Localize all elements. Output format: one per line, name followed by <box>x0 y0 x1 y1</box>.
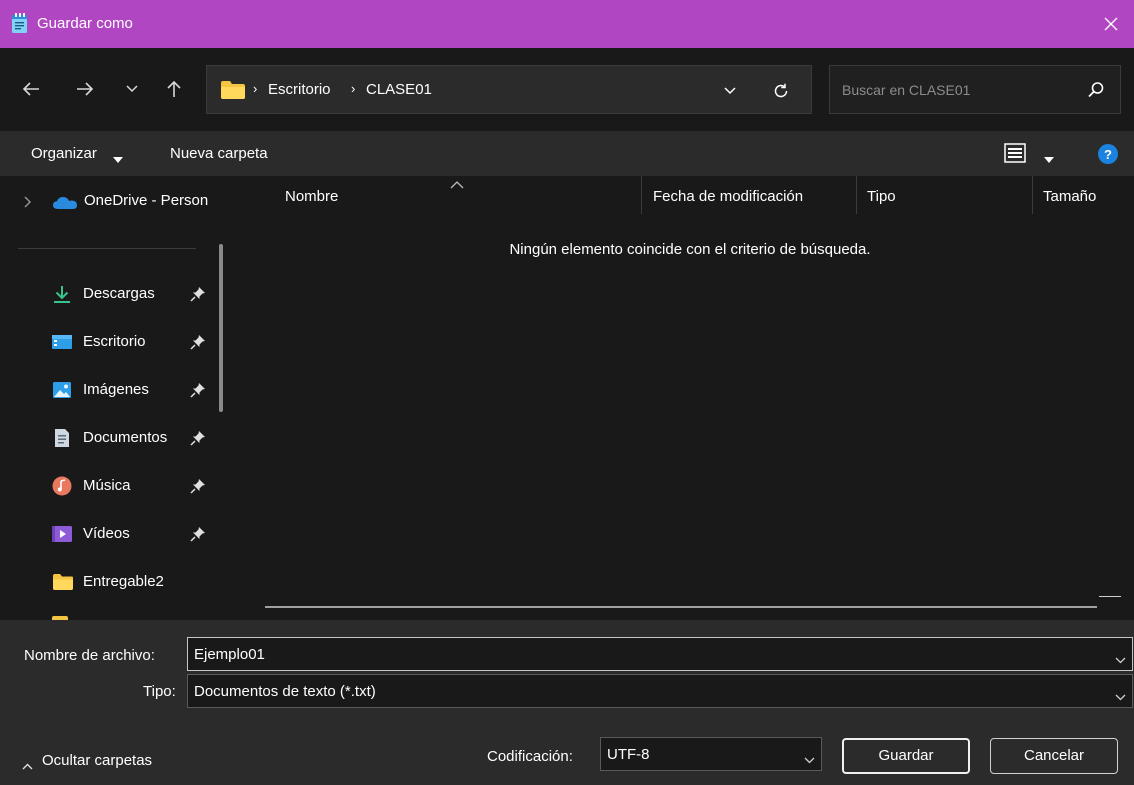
column-header-type[interactable]: Tipo <box>867 188 896 205</box>
up-button[interactable] <box>159 74 189 104</box>
column-separator[interactable] <box>641 176 642 214</box>
forward-button[interactable] <box>70 74 100 104</box>
chevron-down-icon <box>126 85 138 93</box>
column-header-name[interactable]: Nombre <box>285 188 338 205</box>
back-button[interactable] <box>16 74 46 104</box>
cancel-button[interactable]: Cancelar <box>990 738 1118 774</box>
hide-folders-button[interactable]: Ocultar carpetas <box>42 752 152 769</box>
encoding-select[interactable]: UTF-8 <box>600 737 822 771</box>
sidebar-item-label: Descargas <box>83 285 155 302</box>
pin-icon <box>190 430 206 446</box>
address-bar[interactable]: › Escritorio › CLASE01 <box>206 65 812 114</box>
folder-icon <box>52 572 73 592</box>
breadcrumb-separator: › <box>253 81 258 96</box>
documents-icon <box>52 428 72 448</box>
videos-icon <box>52 524 72 544</box>
pin-icon <box>190 382 206 398</box>
sidebar-divider <box>18 248 196 249</box>
download-icon <box>52 284 72 304</box>
filename-label: Nombre de archivo: <box>24 647 155 664</box>
sidebar-item-musica[interactable]: Música <box>40 466 220 506</box>
type-label: Tipo: <box>143 683 176 700</box>
address-dropdown-button[interactable] <box>719 80 741 102</box>
column-separator[interactable] <box>856 176 857 214</box>
save-options-panel: Nombre de archivo: Ejemplo01 Tipo: Docum… <box>0 620 1134 785</box>
column-separator[interactable] <box>1032 176 1033 214</box>
folder-icon <box>220 80 246 100</box>
caret-down-icon <box>113 150 123 163</box>
navigation-pane: OneDrive - Personal Descargas Escritorio… <box>0 176 237 620</box>
file-list[interactable]: Nombre Fecha de modificación Tipo Tamaño… <box>237 176 1134 620</box>
sidebar-item-entregable2[interactable]: Entregable2 <box>40 562 220 602</box>
onedrive-icon <box>52 196 78 210</box>
chevron-up-icon <box>22 757 33 770</box>
chevron-down-icon <box>724 87 736 95</box>
arrow-right-icon <box>77 82 94 96</box>
search-icon[interactable] <box>1086 80 1106 100</box>
chevron-down-icon[interactable] <box>1115 651 1126 664</box>
sidebar-item-label: Vídeos <box>83 525 130 542</box>
sidebar-item-documentos[interactable]: Documentos <box>40 418 220 458</box>
pin-icon <box>190 526 206 542</box>
column-header-size[interactable]: Tamaño <box>1043 188 1096 205</box>
chevron-down-icon <box>1115 688 1126 701</box>
search-input[interactable]: Buscar en CLASE01 <box>829 65 1121 114</box>
notepad-icon <box>11 13 28 34</box>
save-as-dialog: Guardar como › Escritorio › CLASE01 Busc… <box>0 0 1134 785</box>
close-icon <box>1104 17 1118 31</box>
navigation-bar: › Escritorio › CLASE01 Buscar en CLASE01 <box>0 48 1134 131</box>
organize-menu[interactable]: Organizar <box>31 145 97 162</box>
desktop-icon <box>52 332 72 352</box>
refresh-icon <box>774 83 788 98</box>
title-bar: Guardar como <box>0 0 1134 48</box>
sidebar-item-onedrive[interactable]: OneDrive - Personal <box>84 192 208 209</box>
sidebar-item-label: Documentos <box>83 429 168 446</box>
save-button[interactable]: Guardar <box>842 738 970 774</box>
arrow-left-icon <box>22 82 39 96</box>
new-folder-button[interactable]: Nueva carpeta <box>170 145 268 162</box>
sidebar-item-label: Imágenes <box>83 381 149 398</box>
caret-down-icon <box>1044 157 1054 163</box>
help-button[interactable]: ? <box>1098 144 1118 164</box>
pin-icon <box>190 286 206 302</box>
encoding-value: UTF-8 <box>607 746 650 763</box>
filename-field[interactable]: Ejemplo01 <box>187 637 1133 671</box>
recent-locations-button[interactable] <box>117 74 147 104</box>
breadcrumb-separator: › <box>351 81 356 96</box>
file-type-value: Documentos de texto (*.txt) <box>194 683 376 700</box>
command-bar: Organizar Nueva carpeta ? <box>0 131 1134 176</box>
pictures-icon <box>52 380 72 400</box>
sort-ascending-icon <box>450 176 464 189</box>
search-placeholder: Buscar en CLASE01 <box>842 82 971 98</box>
view-options-button[interactable] <box>1044 150 1054 163</box>
music-icon <box>52 476 72 496</box>
window-title: Guardar como <box>37 15 133 32</box>
file-type-select[interactable]: Documentos de texto (*.txt) <box>187 674 1133 708</box>
breadcrumb-clase01[interactable]: CLASE01 <box>366 81 432 98</box>
chevron-down-icon <box>804 751 815 764</box>
expand-chevron-icon[interactable] <box>24 195 32 208</box>
empty-state-message: Ningún elemento coincide con el criterio… <box>509 241 871 258</box>
sidebar-item-descargas[interactable]: Descargas <box>40 274 220 314</box>
sidebar-item-videos[interactable]: Vídeos <box>40 514 220 554</box>
scrollbar-end <box>1099 596 1121 597</box>
close-button[interactable] <box>1088 0 1134 48</box>
sidebar-item-label: Escritorio <box>83 333 146 350</box>
sidebar-item-escritorio[interactable]: Escritorio <box>40 322 220 362</box>
horizontal-scrollbar[interactable] <box>265 606 1097 608</box>
column-header-date[interactable]: Fecha de modificación <box>653 188 803 205</box>
view-details-icon[interactable] <box>1004 143 1026 163</box>
sidebar-item-label: Música <box>83 477 131 494</box>
arrow-up-icon <box>167 80 181 97</box>
breadcrumb-escritorio[interactable]: Escritorio <box>268 81 331 98</box>
sidebar-item-label: Entregable2 <box>83 573 164 590</box>
filename-value: Ejemplo01 <box>194 646 265 663</box>
encoding-label: Codificación: <box>487 748 573 765</box>
pin-icon <box>190 334 206 350</box>
sidebar-item-imagenes[interactable]: Imágenes <box>40 370 220 410</box>
refresh-button[interactable] <box>769 79 793 103</box>
pin-icon <box>190 478 206 494</box>
